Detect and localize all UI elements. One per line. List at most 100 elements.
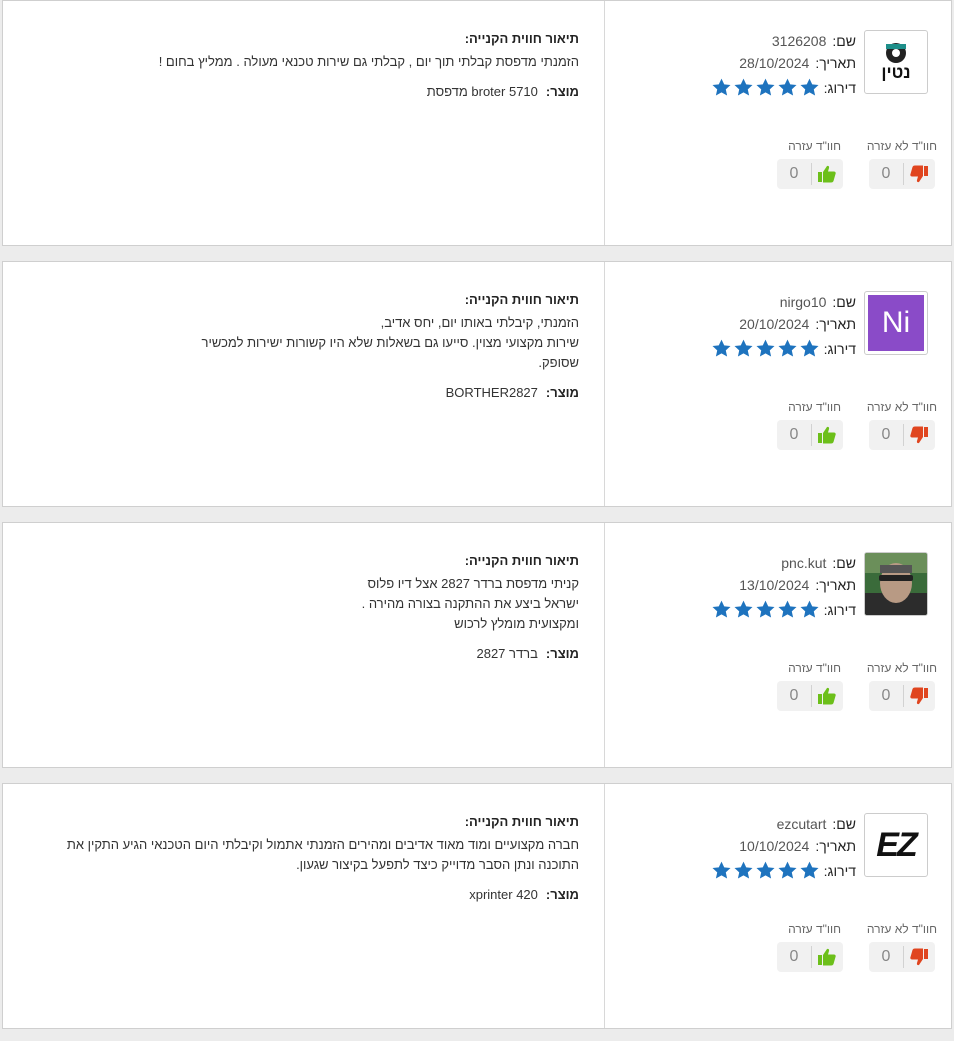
product-label: מוצר:: [545, 84, 579, 99]
product-label: מוצר:: [545, 646, 579, 661]
review-date-row: תאריך: 10/10/2024: [739, 838, 856, 854]
description-line: שירות מקצועי מצוין. סייעו גם בשאלות שלא …: [201, 335, 579, 350]
divider: [604, 262, 605, 506]
not-helpful-label: חוו"ד לא עזרה: [866, 139, 937, 153]
helpful-button[interactable]: 0: [777, 942, 843, 972]
review-date: 10/10/2024: [739, 838, 810, 854]
date-label: תאריך:: [815, 55, 856, 71]
star-icon: [712, 339, 731, 357]
rating-label: דירוג:: [823, 862, 856, 879]
divider: [604, 523, 605, 767]
helpful-label: חוו"ד עזרה: [788, 139, 841, 153]
product-name: xprinter 420: [469, 887, 538, 902]
product-row: מוצר: xprinter 420: [19, 887, 579, 902]
helpful-count: 0: [789, 948, 799, 965]
review-card: EZ שם: ezcutart תאריך: 10/10/2024 דירוג: חוו"ד…: [2, 783, 952, 1029]
description-title: תיאור חווית הקנייה:: [464, 814, 579, 829]
review-card: Ni שם: nirgo10 תאריך: 20/10/2024 דירוג: חוו"ד …: [2, 261, 952, 507]
not-helpful-count: 0: [881, 426, 891, 443]
date-label: תאריך:: [815, 838, 856, 854]
eye-icon: [886, 43, 906, 63]
star-icon: [712, 78, 731, 96]
not-helpful-label: חוו"ד לא עזרה: [866, 661, 937, 675]
helpful-count: 0: [789, 687, 799, 704]
rating-stars: [711, 860, 820, 881]
thumbs-up-icon: [812, 942, 842, 972]
thumbs-up-icon: [812, 159, 842, 189]
product-name: broter 5710 מדפסת: [426, 84, 538, 99]
product-row: מוצר: broter 5710 מדפסת: [19, 84, 579, 99]
reviewer-name-row: שם: nirgo10: [780, 294, 856, 310]
star-icon: [800, 861, 819, 879]
rating-label: דירוג:: [823, 340, 856, 357]
star-icon: [778, 339, 797, 357]
star-icon: [778, 861, 797, 879]
star-icon: [734, 339, 753, 357]
avatar: [864, 552, 928, 616]
review-date: 13/10/2024: [739, 577, 810, 593]
rating-label: דירוג:: [823, 601, 856, 618]
product-name: BORTHER2827: [445, 385, 538, 400]
reviewer-name: 3126208: [771, 33, 827, 49]
not-helpful-button[interactable]: 0: [869, 942, 935, 972]
not-helpful-button[interactable]: 0: [869, 159, 935, 189]
thumbs-down-icon: [904, 159, 934, 189]
reviewer-name-row: שם: 3126208: [772, 33, 856, 49]
reviewer-name-row: שם: ezcutart: [777, 816, 856, 832]
star-icon: [734, 78, 753, 96]
description-line: התוכנה ונתן הסבר מדוייק כיצד לתפעל בקיצו…: [296, 857, 579, 872]
name-label: שם:: [832, 294, 856, 310]
star-icon: [800, 78, 819, 96]
star-icon: [778, 78, 797, 96]
description-line: ומקצועית מומלץ לרכוש: [454, 616, 579, 631]
description-title: תיאור חווית הקנייה:: [464, 553, 579, 568]
avatar: נטין: [864, 30, 928, 94]
not-helpful-count: 0: [881, 687, 891, 704]
helpful-button[interactable]: 0: [777, 159, 843, 189]
not-helpful-button[interactable]: 0: [869, 420, 935, 450]
rating-row: דירוג:: [711, 338, 856, 359]
reviewer-name: nirgo10: [779, 294, 827, 310]
rating-label: דירוג:: [823, 79, 856, 96]
helpful-label: חוו"ד עזרה: [788, 922, 841, 936]
description-line: הזמנתי, קיבלתי באותו יום, יחס אדיב,: [380, 315, 579, 330]
name-label: שם:: [832, 555, 856, 571]
divider: [604, 784, 605, 1028]
product-row: מוצר: ברדר 2827: [19, 646, 579, 661]
review-description: תיאור חווית הקנייה: הזמנתי, קיבלתי באותו …: [19, 292, 579, 400]
avatar-logo: EZ: [876, 825, 917, 864]
helpful-count: 0: [789, 165, 799, 182]
name-label: שם:: [832, 816, 856, 832]
product-label: מוצר:: [545, 887, 579, 902]
review-card: נטין שם: 3126208 תאריך: 28/10/2024 דירוג: חוו"…: [2, 0, 952, 246]
avatar-photo: [865, 553, 927, 615]
avatar: EZ: [864, 813, 928, 877]
avatar-logo: נטין: [868, 34, 924, 90]
star-icon: [756, 339, 775, 357]
star-icon: [756, 78, 775, 96]
date-label: תאריך:: [815, 316, 856, 332]
star-icon: [800, 339, 819, 357]
rating-stars: [711, 599, 820, 620]
product-row: מוצר: BORTHER2827: [19, 385, 579, 400]
star-icon: [778, 600, 797, 618]
review-description: תיאור חווית הקנייה: הזמנתי מדפסת קבלתי תו…: [19, 31, 579, 99]
description-line: ישראל ביצע את ההתקנה בצורה מהירה .: [361, 596, 579, 611]
review-date-row: תאריך: 13/10/2024: [739, 577, 856, 593]
divider: [604, 1, 605, 245]
helpful-label: חוו"ד עזרה: [788, 400, 841, 414]
description-title: תיאור חווית הקנייה:: [464, 31, 579, 46]
star-icon: [712, 861, 731, 879]
review-description: תיאור חווית הקנייה: חברה מקצועיים ומוד מא…: [19, 814, 579, 902]
not-helpful-button[interactable]: 0: [869, 681, 935, 711]
helpful-count: 0: [789, 426, 799, 443]
reviewer-name-row: שם: pnc.kut: [781, 555, 856, 571]
product-label: מוצר:: [545, 385, 579, 400]
thumbs-down-icon: [904, 681, 934, 711]
helpful-button[interactable]: 0: [777, 681, 843, 711]
helpful-button[interactable]: 0: [777, 420, 843, 450]
helpful-label: חוו"ד עזרה: [788, 661, 841, 675]
reviewer-name: ezcutart: [776, 816, 827, 832]
review-date-row: תאריך: 20/10/2024: [739, 316, 856, 332]
not-helpful-label: חוו"ד לא עזרה: [866, 922, 937, 936]
